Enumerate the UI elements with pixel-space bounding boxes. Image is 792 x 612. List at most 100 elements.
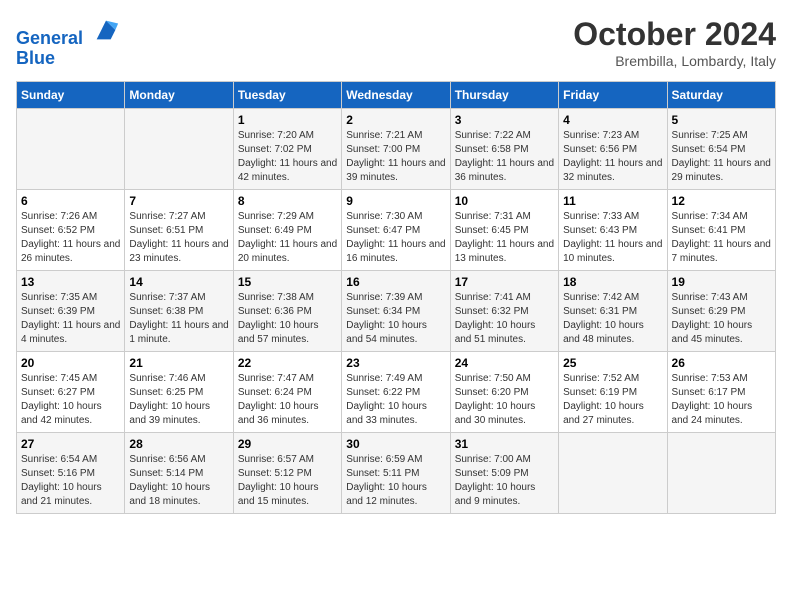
day-number: 2 bbox=[346, 113, 445, 127]
day-detail: Sunrise: 7:47 AM Sunset: 6:24 PM Dayligh… bbox=[238, 372, 337, 428]
day-detail: Sunrise: 7:29 AM Sunset: 6:49 PM Dayligh… bbox=[238, 210, 337, 266]
day-number: 20 bbox=[21, 356, 120, 370]
day-detail: Sunrise: 7:41 AM Sunset: 6:32 PM Dayligh… bbox=[455, 291, 554, 347]
calendar-cell: 3 Sunrise: 7:22 AM Sunset: 6:58 PM Daylig… bbox=[450, 109, 558, 190]
day-header-sunday: Sunday bbox=[17, 82, 125, 109]
week-row-5: 27 Sunrise: 6:54 AM Sunset: 5:16 PM Dayli… bbox=[17, 433, 776, 514]
calendar-cell: 13 Sunrise: 7:35 AM Sunset: 6:39 PM Dayli… bbox=[17, 271, 125, 352]
day-detail: Sunrise: 7:37 AM Sunset: 6:38 PM Dayligh… bbox=[129, 291, 228, 347]
day-detail: Sunrise: 7:42 AM Sunset: 6:31 PM Dayligh… bbox=[563, 291, 662, 347]
calendar-cell: 27 Sunrise: 6:54 AM Sunset: 5:16 PM Dayli… bbox=[17, 433, 125, 514]
calendar-cell bbox=[667, 433, 775, 514]
day-detail: Sunrise: 7:27 AM Sunset: 6:51 PM Dayligh… bbox=[129, 210, 228, 266]
day-number: 5 bbox=[672, 113, 771, 127]
calendar-cell bbox=[17, 109, 125, 190]
calendar-cell: 25 Sunrise: 7:52 AM Sunset: 6:19 PM Dayli… bbox=[559, 352, 667, 433]
calendar-cell: 29 Sunrise: 6:57 AM Sunset: 5:12 PM Dayli… bbox=[233, 433, 341, 514]
calendar-cell: 26 Sunrise: 7:53 AM Sunset: 6:17 PM Dayli… bbox=[667, 352, 775, 433]
calendar-cell: 31 Sunrise: 7:00 AM Sunset: 5:09 PM Dayli… bbox=[450, 433, 558, 514]
calendar-cell: 18 Sunrise: 7:42 AM Sunset: 6:31 PM Dayli… bbox=[559, 271, 667, 352]
day-detail: Sunrise: 7:35 AM Sunset: 6:39 PM Dayligh… bbox=[21, 291, 120, 347]
calendar-cell: 12Sunrise: 7:34 AM Sunset: 6:41 PM Dayli… bbox=[667, 190, 775, 271]
day-detail: Sunrise: 7:21 AM Sunset: 7:00 PM Dayligh… bbox=[346, 129, 445, 185]
logo: General Blue bbox=[16, 16, 120, 69]
day-detail: Sunrise: 6:54 AM Sunset: 5:16 PM Dayligh… bbox=[21, 453, 120, 509]
calendar-cell bbox=[559, 433, 667, 514]
day-number: 30 bbox=[346, 437, 445, 451]
day-header-tuesday: Tuesday bbox=[233, 82, 341, 109]
day-number: 6 bbox=[21, 194, 120, 208]
day-detail: Sunrise: 7:38 AM Sunset: 6:36 PM Dayligh… bbox=[238, 291, 337, 347]
day-detail: Sunrise: 7:43 AM Sunset: 6:29 PM Dayligh… bbox=[672, 291, 771, 347]
day-number: 29 bbox=[238, 437, 337, 451]
days-header-row: SundayMondayTuesdayWednesdayThursdayFrid… bbox=[17, 82, 776, 109]
day-detail: Sunrise: 7:34 AM Sunset: 6:41 PM Dayligh… bbox=[672, 210, 771, 266]
calendar-cell: 14Sunrise: 7:37 AM Sunset: 6:38 PM Dayli… bbox=[125, 271, 233, 352]
calendar-cell: 10 Sunrise: 7:31 AM Sunset: 6:45 PM Dayli… bbox=[450, 190, 558, 271]
day-number: 31 bbox=[455, 437, 554, 451]
day-detail: Sunrise: 7:31 AM Sunset: 6:45 PM Dayligh… bbox=[455, 210, 554, 266]
day-number: 4 bbox=[563, 113, 662, 127]
day-number: 27 bbox=[21, 437, 120, 451]
day-header-friday: Friday bbox=[559, 82, 667, 109]
week-row-1: 1 Sunrise: 7:20 AM Sunset: 7:02 PM Daylig… bbox=[17, 109, 776, 190]
day-number: 25 bbox=[563, 356, 662, 370]
calendar-cell: 1 Sunrise: 7:20 AM Sunset: 7:02 PM Daylig… bbox=[233, 109, 341, 190]
week-row-3: 13 Sunrise: 7:35 AM Sunset: 6:39 PM Dayli… bbox=[17, 271, 776, 352]
calendar-cell: 8 Sunrise: 7:29 AM Sunset: 6:49 PM Daylig… bbox=[233, 190, 341, 271]
week-row-4: 20Sunrise: 7:45 AM Sunset: 6:27 PM Dayli… bbox=[17, 352, 776, 433]
day-detail: Sunrise: 7:20 AM Sunset: 7:02 PM Dayligh… bbox=[238, 129, 337, 185]
day-number: 23 bbox=[346, 356, 445, 370]
week-row-2: 6 Sunrise: 7:26 AM Sunset: 6:52 PM Daylig… bbox=[17, 190, 776, 271]
day-number: 7 bbox=[129, 194, 228, 208]
day-detail: Sunrise: 6:56 AM Sunset: 5:14 PM Dayligh… bbox=[129, 453, 228, 509]
calendar-cell: 19Sunrise: 7:43 AM Sunset: 6:29 PM Dayli… bbox=[667, 271, 775, 352]
calendar-cell: 20Sunrise: 7:45 AM Sunset: 6:27 PM Dayli… bbox=[17, 352, 125, 433]
day-number: 1 bbox=[238, 113, 337, 127]
calendar-cell: 7 Sunrise: 7:27 AM Sunset: 6:51 PM Daylig… bbox=[125, 190, 233, 271]
day-detail: Sunrise: 7:23 AM Sunset: 6:56 PM Dayligh… bbox=[563, 129, 662, 185]
calendar-cell: 15 Sunrise: 7:38 AM Sunset: 6:36 PM Dayli… bbox=[233, 271, 341, 352]
day-number: 13 bbox=[21, 275, 120, 289]
calendar-cell: 16Sunrise: 7:39 AM Sunset: 6:34 PM Dayli… bbox=[342, 271, 450, 352]
day-number: 16 bbox=[346, 275, 445, 289]
calendar-cell: 28 Sunrise: 6:56 AM Sunset: 5:14 PM Dayli… bbox=[125, 433, 233, 514]
day-number: 28 bbox=[129, 437, 228, 451]
logo-text-blue: Blue bbox=[16, 49, 120, 69]
day-number: 22 bbox=[238, 356, 337, 370]
day-number: 18 bbox=[563, 275, 662, 289]
day-number: 3 bbox=[455, 113, 554, 127]
day-number: 21 bbox=[129, 356, 228, 370]
day-header-thursday: Thursday bbox=[450, 82, 558, 109]
day-header-saturday: Saturday bbox=[667, 82, 775, 109]
day-number: 15 bbox=[238, 275, 337, 289]
day-detail: Sunrise: 6:59 AM Sunset: 5:11 PM Dayligh… bbox=[346, 453, 445, 509]
calendar-table: SundayMondayTuesdayWednesdayThursdayFrid… bbox=[16, 81, 776, 514]
day-detail: Sunrise: 7:49 AM Sunset: 6:22 PM Dayligh… bbox=[346, 372, 445, 428]
calendar-cell: 23 Sunrise: 7:49 AM Sunset: 6:22 PM Dayli… bbox=[342, 352, 450, 433]
day-detail: Sunrise: 7:30 AM Sunset: 6:47 PM Dayligh… bbox=[346, 210, 445, 266]
calendar-cell: 5Sunrise: 7:25 AM Sunset: 6:54 PM Daylig… bbox=[667, 109, 775, 190]
day-detail: Sunrise: 7:53 AM Sunset: 6:17 PM Dayligh… bbox=[672, 372, 771, 428]
day-number: 9 bbox=[346, 194, 445, 208]
day-detail: Sunrise: 7:52 AM Sunset: 6:19 PM Dayligh… bbox=[563, 372, 662, 428]
day-detail: Sunrise: 7:26 AM Sunset: 6:52 PM Dayligh… bbox=[21, 210, 120, 266]
calendar-cell: 24Sunrise: 7:50 AM Sunset: 6:20 PM Dayli… bbox=[450, 352, 558, 433]
day-number: 24 bbox=[455, 356, 554, 370]
day-number: 26 bbox=[672, 356, 771, 370]
calendar-cell: 4 Sunrise: 7:23 AM Sunset: 6:56 PM Daylig… bbox=[559, 109, 667, 190]
day-number: 8 bbox=[238, 194, 337, 208]
calendar-cell: 17Sunrise: 7:41 AM Sunset: 6:32 PM Dayli… bbox=[450, 271, 558, 352]
day-number: 10 bbox=[455, 194, 554, 208]
day-detail: Sunrise: 7:33 AM Sunset: 6:43 PM Dayligh… bbox=[563, 210, 662, 266]
day-detail: Sunrise: 6:57 AM Sunset: 5:12 PM Dayligh… bbox=[238, 453, 337, 509]
location: Brembilla, Lombardy, Italy bbox=[573, 53, 776, 69]
month-title: October 2024 bbox=[573, 16, 776, 53]
calendar-cell: 21Sunrise: 7:46 AM Sunset: 6:25 PM Dayli… bbox=[125, 352, 233, 433]
day-detail: Sunrise: 7:22 AM Sunset: 6:58 PM Dayligh… bbox=[455, 129, 554, 185]
logo-icon bbox=[92, 16, 120, 44]
calendar-cell: 30 Sunrise: 6:59 AM Sunset: 5:11 PM Dayli… bbox=[342, 433, 450, 514]
calendar-cell: 9 Sunrise: 7:30 AM Sunset: 6:47 PM Daylig… bbox=[342, 190, 450, 271]
day-detail: Sunrise: 7:00 AM Sunset: 5:09 PM Dayligh… bbox=[455, 453, 554, 509]
page-header: General Blue October 2024 Brembilla, Lom… bbox=[16, 16, 776, 69]
